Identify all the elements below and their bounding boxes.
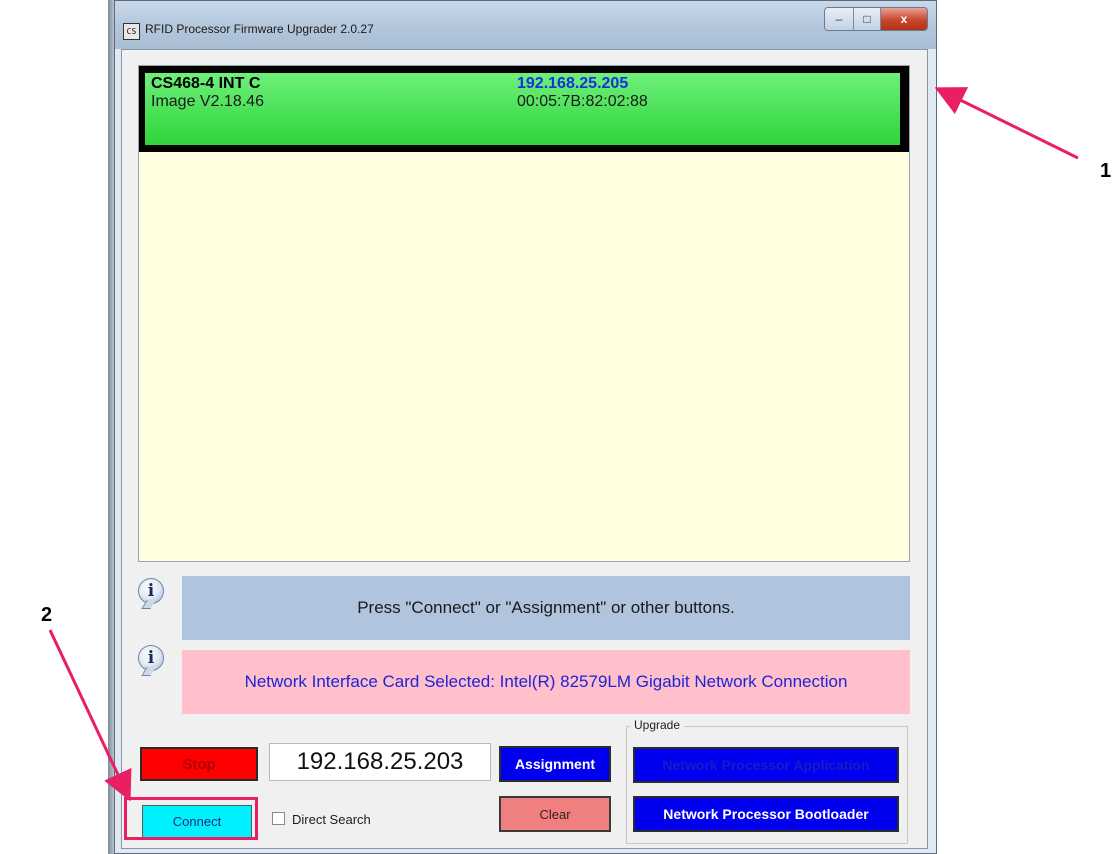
direct-search-checkbox[interactable] — [272, 812, 285, 825]
device-image-version: Image V2.18.46 — [151, 93, 264, 110]
title-bar[interactable]: CS RFID Processor Firmware Upgrader 2.0.… — [115, 1, 936, 49]
stop-button[interactable]: Stop — [140, 747, 258, 781]
clear-button[interactable]: Clear — [499, 796, 611, 832]
maximize-button[interactable]: □ — [854, 8, 881, 30]
nic-status: Network Interface Card Selected: Intel(R… — [182, 650, 910, 714]
app-window: CS RFID Processor Firmware Upgrader 2.0.… — [114, 0, 937, 854]
device-model: CS468-4 INT C — [151, 75, 261, 92]
device-row-highlight: CS468-4 INT C Image V2.18.46 192.168.25.… — [145, 73, 900, 145]
connect-highlight-box — [124, 797, 258, 840]
upgrade-group-label: Upgrade — [630, 718, 685, 732]
network-processor-application-button[interactable]: Network Processor Application — [633, 747, 899, 783]
info-icon: i — [138, 578, 164, 604]
device-list[interactable]: CS468-4 INT C Image V2.18.46 192.168.25.… — [138, 65, 910, 562]
client-area: CS468-4 INT C Image V2.18.46 192.168.25.… — [121, 49, 928, 849]
device-ip: 192.168.25.205 — [517, 75, 629, 92]
status-message: Press "Connect" or "Assignment" or other… — [182, 576, 910, 640]
ip-address-field[interactable]: 192.168.25.203 — [269, 743, 491, 781]
app-icon: CS — [123, 23, 140, 40]
close-button[interactable]: x — [881, 8, 927, 30]
window-controls: – □ x — [824, 7, 928, 31]
network-processor-bootloader-button[interactable]: Network Processor Bootloader — [633, 796, 899, 832]
callout-number-2: 2 — [41, 604, 53, 626]
direct-search-label[interactable]: Direct Search — [292, 812, 371, 827]
assignment-button[interactable]: Assignment — [499, 746, 611, 782]
device-mac: 00:05:7B:82:02:88 — [517, 93, 648, 110]
minimize-button[interactable]: – — [825, 8, 854, 30]
callout-number-1: 1 — [1100, 160, 1112, 182]
callout-arrow-1 — [934, 87, 1079, 160]
window-title: RFID Processor Firmware Upgrader 2.0.27 — [145, 22, 374, 36]
device-row[interactable]: CS468-4 INT C Image V2.18.46 192.168.25.… — [139, 66, 909, 152]
info-icon: i — [138, 645, 164, 671]
